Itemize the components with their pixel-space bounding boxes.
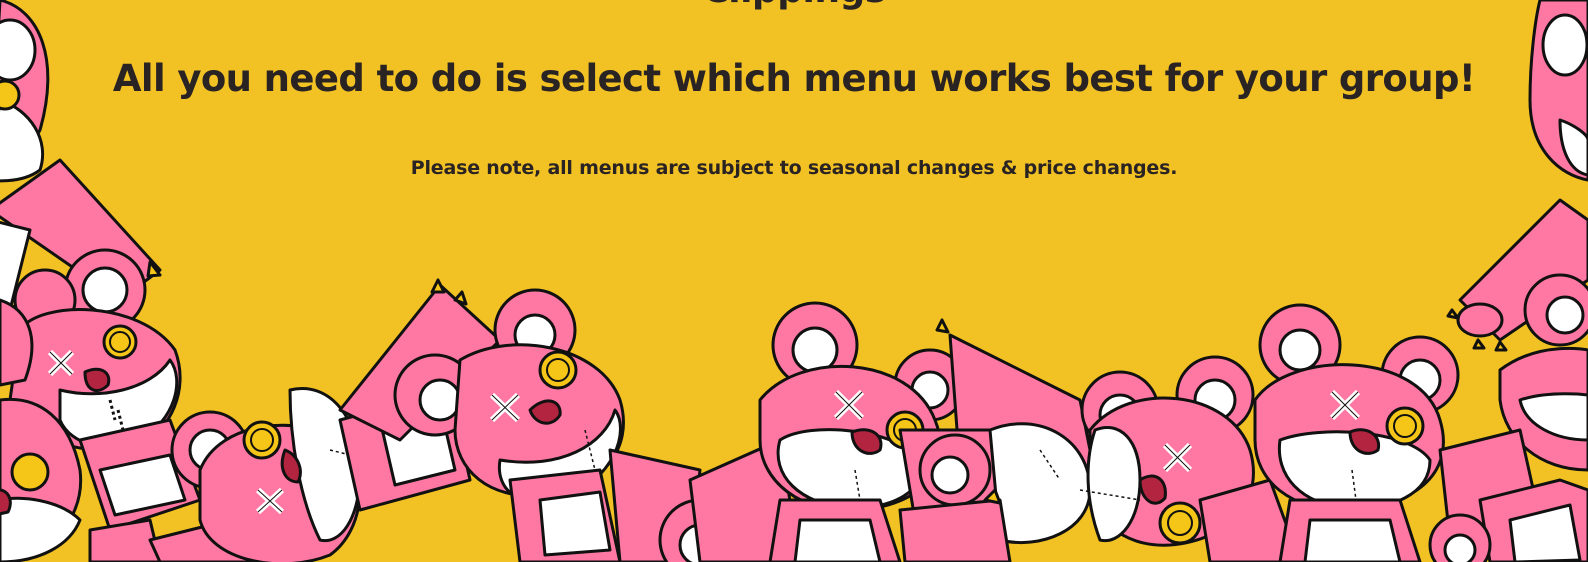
menu-note: Please note, all menus are subject to se… [410, 157, 1178, 179]
clipped-section-title: Clippings [0, 0, 1588, 11]
page: Clippings All you need to do is select w… [0, 0, 1588, 562]
page-headline: All you need to do is select which menu … [112, 57, 1476, 100]
